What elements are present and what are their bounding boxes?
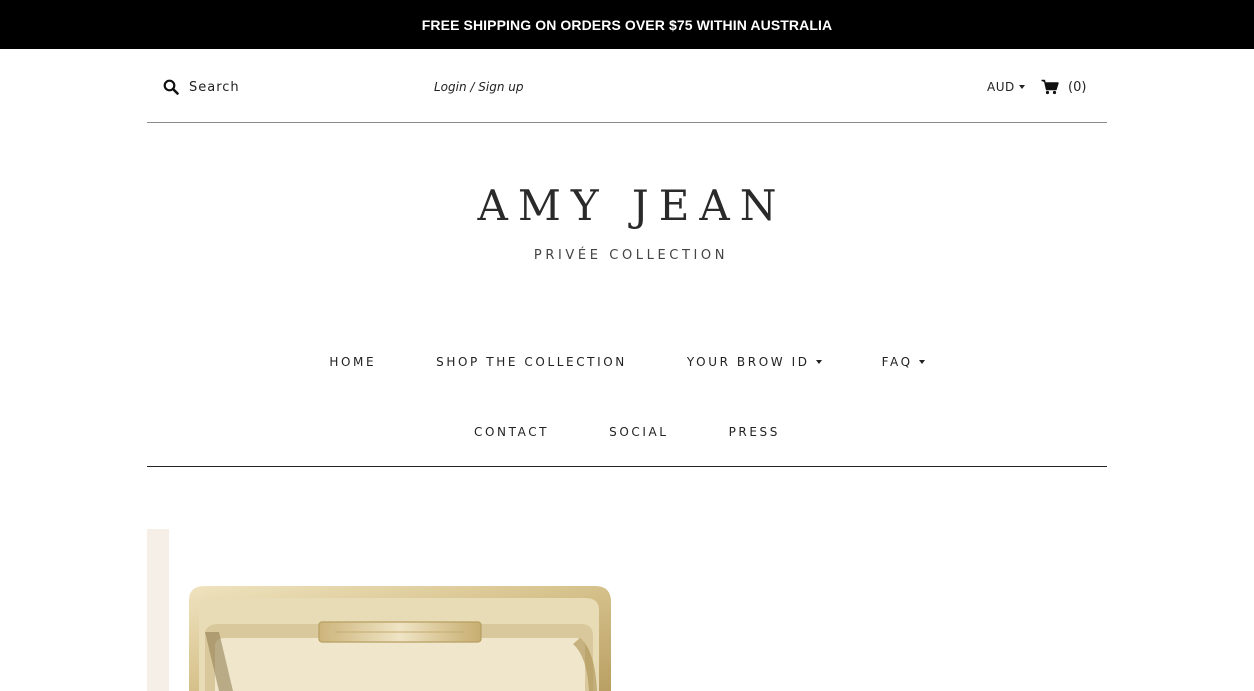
currency-selector[interactable]: AUD bbox=[987, 80, 1025, 94]
cart-button[interactable]: (0) bbox=[1041, 79, 1086, 95]
main-nav-row-1: HOME SHOP THE COLLECTION YOUR BROW ID FA… bbox=[0, 355, 1254, 369]
currency-label: AUD bbox=[987, 80, 1015, 94]
main-nav-row-2: CONTACT SOCIAL PRESS bbox=[0, 425, 1254, 439]
chevron-down-icon bbox=[1018, 85, 1025, 89]
announcement-bar: FREE SHIPPING ON ORDERS OVER $75 WITHIN … bbox=[0, 0, 1254, 49]
brand-logo[interactable]: AMY JEAN PRIVÉE COLLECTION bbox=[0, 180, 1254, 263]
search-input[interactable] bbox=[189, 79, 369, 95]
chevron-down-icon bbox=[918, 360, 925, 364]
brand-tagline: PRIVÉE COLLECTION bbox=[533, 248, 729, 263]
search-box[interactable] bbox=[163, 79, 369, 95]
utility-bar: Login / Sign up AUD (0) bbox=[147, 49, 1107, 123]
login-signup-link[interactable]: Login / Sign up bbox=[434, 80, 523, 94]
nav-home[interactable]: HOME bbox=[329, 355, 376, 369]
nav-shop-the-collection[interactable]: SHOP THE COLLECTION bbox=[436, 355, 627, 369]
nav-your-brow-id[interactable]: YOUR BROW ID bbox=[687, 355, 822, 369]
chevron-down-icon bbox=[815, 360, 822, 364]
cart-count: (0) bbox=[1068, 79, 1087, 95]
nav-faq[interactable]: FAQ bbox=[882, 355, 925, 369]
cart-icon bbox=[1041, 79, 1059, 95]
announcement-text: FREE SHIPPING ON ORDERS OVER $75 WITHIN … bbox=[421, 16, 833, 33]
search-icon[interactable] bbox=[163, 79, 179, 95]
hero-accent-strip bbox=[147, 529, 169, 691]
nav-press[interactable]: PRESS bbox=[729, 425, 780, 439]
nav-contact[interactable]: CONTACT bbox=[474, 425, 549, 439]
product-image[interactable] bbox=[185, 580, 615, 691]
nav-social[interactable]: SOCIAL bbox=[609, 425, 668, 439]
header-divider bbox=[147, 466, 1107, 467]
brand-name: AMY JEAN bbox=[477, 181, 787, 230]
